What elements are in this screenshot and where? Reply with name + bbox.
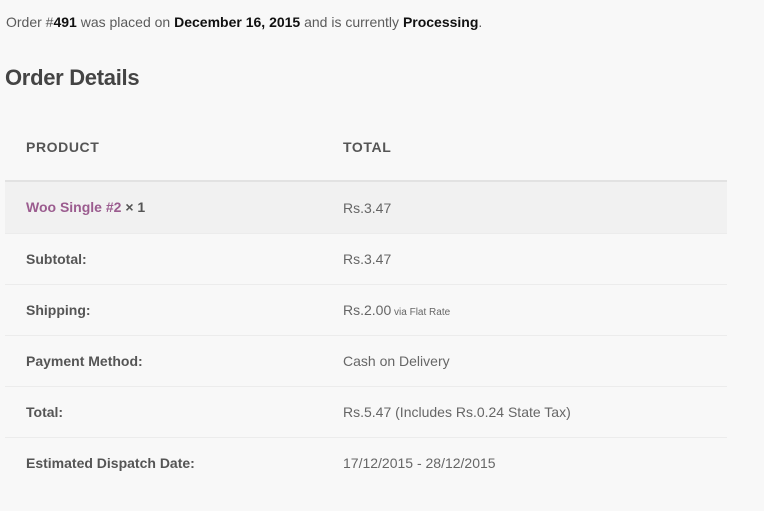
order-status: Processing xyxy=(402,14,479,30)
subtotal-value: Rs.3.47 xyxy=(343,251,392,267)
table-header: PRODUCT TOTAL xyxy=(5,114,727,182)
order-details-heading: Order Details xyxy=(5,65,140,90)
payment-method-value: Cash on Delivery xyxy=(343,353,450,369)
shipping-value: Rs.2.00 xyxy=(343,302,392,318)
shipping-value-cell: Rs.2.00 via Flat Rate xyxy=(322,302,450,318)
table-row-dispatch-date: Estimated Dispatch Date: 17/12/2015 - 28… xyxy=(5,438,727,488)
total-value: Rs.5.47 (Includes Rs.0.24 State Tax) xyxy=(343,404,571,420)
notice-text-order-prefix: Order # xyxy=(6,14,54,30)
product-cell: Woo Single #2 × 1 xyxy=(5,199,322,217)
table-row-total: Total: Rs.5.47 (Includes Rs.0.24 State T… xyxy=(5,387,727,438)
payment-method-label: Payment Method: xyxy=(26,353,143,369)
product-link[interactable]: Woo Single #2 xyxy=(26,199,121,215)
column-header-product: PRODUCT xyxy=(26,139,100,155)
table-row-shipping: Shipping: Rs.2.00 via Flat Rate xyxy=(5,285,727,336)
total-label: Total: xyxy=(26,404,64,420)
notice-text-period: . xyxy=(478,14,483,30)
table-row-product: Woo Single #2 × 1 Rs.3.47 xyxy=(5,182,727,234)
product-total: Rs.3.47 xyxy=(343,199,392,216)
column-header-total: TOTAL xyxy=(343,139,392,155)
notice-text-status-prefix: and is currently xyxy=(300,14,403,30)
dispatch-date-label: Estimated Dispatch Date: xyxy=(26,455,195,471)
order-date: December 16, 2015 xyxy=(174,14,301,30)
order-details-table: PRODUCT TOTAL Woo Single #2 × 1 Rs.3.47 … xyxy=(5,114,727,488)
order-status-notice: Order #491 was placed on December 16, 20… xyxy=(6,14,482,30)
dispatch-date-value: 17/12/2015 - 28/12/2015 xyxy=(343,455,496,471)
notice-text-placed: was placed on xyxy=(76,14,175,30)
order-number: 491 xyxy=(53,14,77,30)
shipping-label: Shipping: xyxy=(26,302,91,318)
table-row-payment-method: Payment Method: Cash on Delivery xyxy=(5,336,727,387)
product-quantity: × 1 xyxy=(121,198,146,215)
shipping-method: via Flat Rate xyxy=(391,307,451,318)
table-row-subtotal: Subtotal: Rs.3.47 xyxy=(5,234,727,285)
subtotal-label: Subtotal: xyxy=(26,251,87,267)
